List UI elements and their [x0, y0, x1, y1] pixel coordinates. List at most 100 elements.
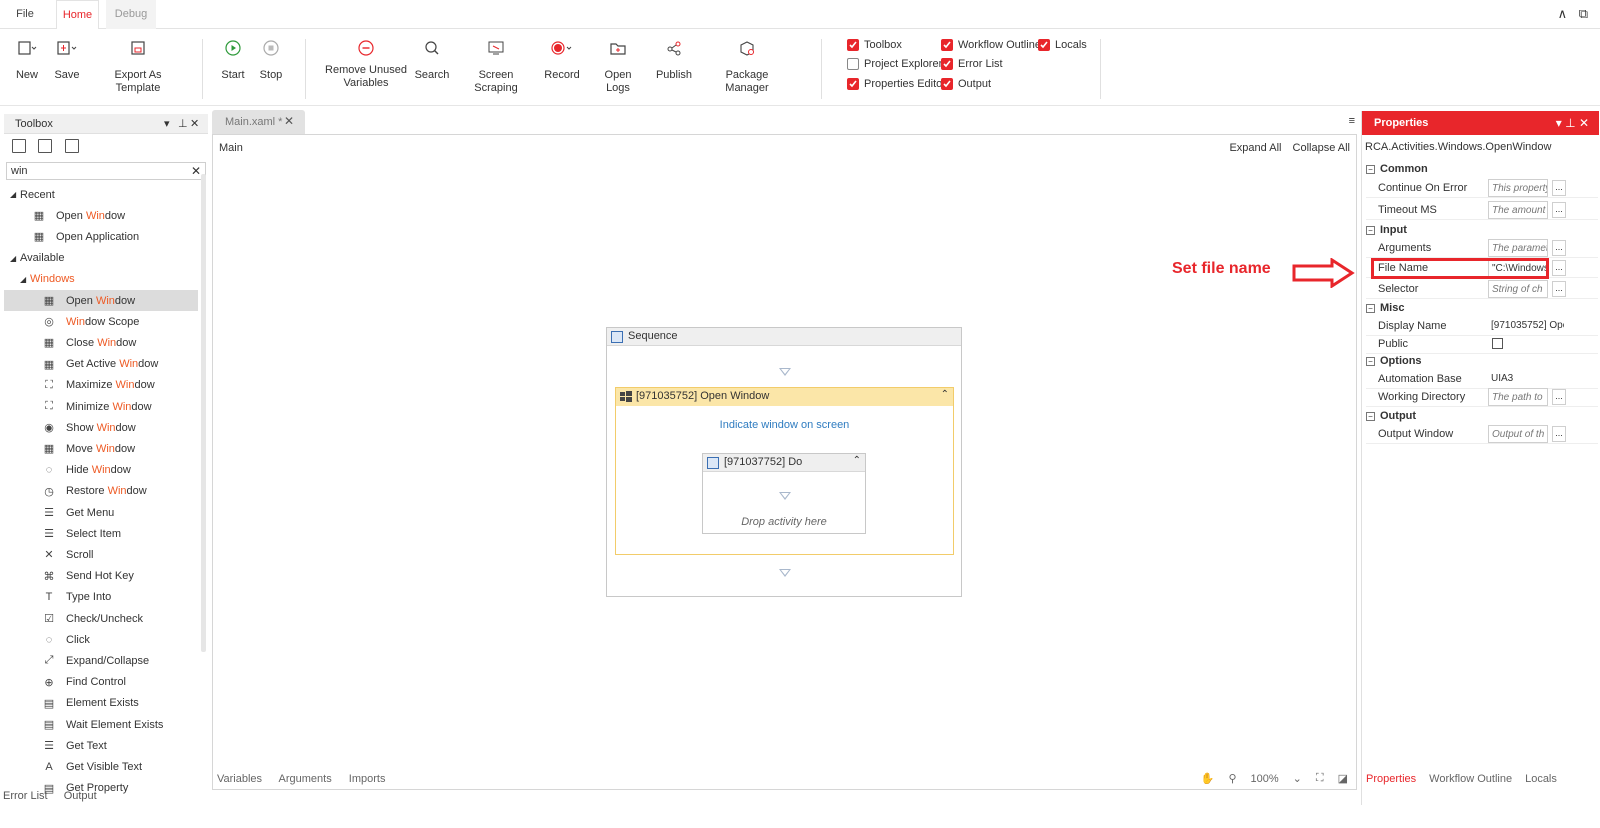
- project-explorer-checkbox[interactable]: Project Explorer: [847, 58, 942, 70]
- sequence-activity[interactable]: Sequence [971035752] Open Window ⌃ Indic…: [606, 327, 962, 597]
- ellipsis-button[interactable]: ...: [1552, 240, 1566, 256]
- publish-button[interactable]: Publish: [655, 37, 693, 82]
- error-list-checkbox[interactable]: Error List: [941, 58, 1003, 70]
- hand-icon[interactable]: ✋: [1201, 772, 1215, 785]
- section-options[interactable]: − Options: [1366, 355, 1422, 367]
- locals-checkbox[interactable]: Locals: [1038, 39, 1087, 51]
- list-item[interactable]: ⛶ Maximize Window: [4, 375, 198, 396]
- drop-arrow-icon[interactable]: [779, 492, 791, 500]
- list-item[interactable]: ◌ Hide Window: [4, 460, 198, 481]
- record-button[interactable]: Record: [543, 37, 581, 82]
- close-icon[interactable]: ✕: [190, 117, 199, 130]
- list-item[interactable]: ▦ Open Window: [4, 205, 198, 226]
- open-window-activity[interactable]: [971035752] Open Window ⌃ Indicate windo…: [615, 387, 954, 555]
- list-item[interactable]: ▦ Open Window: [4, 290, 198, 311]
- ellipsis-button[interactable]: ...: [1552, 202, 1566, 218]
- remove-unused-variables-button[interactable]: Remove Unused Variables: [325, 37, 407, 90]
- new-button[interactable]: New: [14, 37, 40, 82]
- list-item[interactable]: ▤ Wait Element Exists: [4, 714, 198, 735]
- workflow-outline-checkbox[interactable]: Workflow Outline: [941, 39, 1041, 51]
- zoom-level[interactable]: 100%: [1251, 773, 1279, 785]
- expand-all-icon[interactable]: [12, 139, 26, 153]
- dropdown-icon[interactable]: ▾: [164, 117, 170, 130]
- timeout-ms-field[interactable]: The amount: [1488, 201, 1548, 219]
- zoom-icon[interactable]: ⚲: [1228, 772, 1236, 785]
- overview-icon[interactable]: ◪: [1338, 772, 1348, 785]
- list-item[interactable]: ☑ Check/Uncheck: [4, 608, 198, 629]
- save-button[interactable]: Save: [54, 37, 80, 82]
- arguments-field[interactable]: The paramete: [1488, 239, 1548, 257]
- breadcrumb[interactable]: Main: [219, 142, 243, 154]
- list-item[interactable]: ◷ Restore Window: [4, 481, 198, 502]
- pin-icon[interactable]: ⊥: [178, 117, 188, 130]
- list-item[interactable]: ✕ Scroll: [4, 544, 198, 565]
- open-logs-button[interactable]: Open Logs: [594, 37, 642, 95]
- tree-group-windows[interactable]: ◢ Windows: [4, 269, 198, 290]
- tab-file[interactable]: File: [8, 0, 42, 29]
- list-item[interactable]: ▤ Element Exists: [4, 693, 198, 714]
- list-item[interactable]: ⤢ Expand/Collapse: [4, 650, 198, 671]
- collapse-ribbon-icon[interactable]: ∧: [1558, 6, 1568, 21]
- output-window-field[interactable]: Output of th: [1488, 425, 1548, 443]
- list-item[interactable]: A Get Visible Text: [4, 756, 198, 777]
- tab-overflow-icon[interactable]: ≡: [1349, 115, 1355, 127]
- tab-debug[interactable]: Debug: [106, 0, 156, 29]
- expanded-caret-icon[interactable]: ◢: [10, 254, 20, 263]
- continue-on-error-field[interactable]: This property: [1488, 179, 1548, 197]
- indicate-window-link[interactable]: Indicate window on screen: [616, 419, 953, 431]
- output-checkbox[interactable]: Output: [941, 78, 991, 90]
- export-template-button[interactable]: Export As Template: [95, 37, 181, 95]
- pin-icon[interactable]: ⊥: [1565, 116, 1575, 130]
- automation-base-field[interactable]: UIA3: [1488, 370, 1564, 388]
- list-item[interactable]: ◉ Show Window: [4, 417, 198, 438]
- locals-tab[interactable]: Locals: [1525, 773, 1557, 785]
- public-checkbox[interactable]: [1492, 338, 1503, 349]
- toolbox-scrollbar[interactable]: [201, 174, 206, 652]
- list-item[interactable]: T Type Into: [4, 587, 198, 608]
- list-item[interactable]: ☰ Select Item: [4, 523, 198, 544]
- list-item[interactable]: ⊕ Find Control: [4, 672, 198, 693]
- tab-main-xaml[interactable]: Main.xaml * ✕: [212, 110, 305, 134]
- collapse-all-icon[interactable]: [38, 139, 52, 153]
- expand-all-link[interactable]: Expand All: [1229, 142, 1281, 154]
- clear-search-icon[interactable]: ✕: [191, 164, 201, 178]
- close-tab-icon[interactable]: ✕: [284, 114, 294, 128]
- zoom-dropdown-icon[interactable]: ⌄: [1293, 772, 1302, 785]
- package-manager-button[interactable]: Package Manager: [706, 37, 788, 95]
- section-output[interactable]: − Output: [1366, 410, 1416, 422]
- properties-tab[interactable]: Properties: [1366, 773, 1416, 785]
- error-list-tab[interactable]: Error List: [3, 790, 48, 802]
- properties-editor-checkbox[interactable]: Properties Editor: [847, 78, 946, 90]
- selector-field[interactable]: String of ch: [1488, 280, 1548, 298]
- start-button[interactable]: Start: [220, 37, 246, 82]
- tree-group-recent[interactable]: ◢ Recent: [4, 184, 198, 205]
- screen-scraping-button[interactable]: Screen Scraping: [458, 37, 534, 95]
- section-common[interactable]: − Common: [1366, 163, 1428, 175]
- workflow-outline-tab[interactable]: Workflow Outline: [1429, 773, 1512, 785]
- list-item[interactable]: ◌ Click: [4, 629, 198, 650]
- stop-button[interactable]: Stop: [258, 37, 284, 82]
- tree-group-available[interactable]: ◢ Available: [4, 248, 198, 269]
- list-item[interactable]: ⛶ Minimize Window: [4, 396, 198, 417]
- close-icon[interactable]: ✕: [1579, 116, 1589, 130]
- arguments-tab[interactable]: Arguments: [279, 773, 332, 785]
- drop-arrow-icon[interactable]: [779, 368, 791, 376]
- imports-tab[interactable]: Imports: [349, 773, 386, 785]
- list-item[interactable]: ☰ Get Text: [4, 735, 198, 756]
- dropdown-icon[interactable]: ▾: [1556, 116, 1562, 130]
- toolbox-search-input[interactable]: win ✕: [6, 162, 206, 180]
- list-item[interactable]: ▦ Move Window: [4, 438, 198, 459]
- collapse-all-link[interactable]: Collapse All: [1293, 142, 1350, 154]
- list-view-icon[interactable]: [65, 139, 79, 153]
- display-name-field[interactable]: [971035752] Open: [1488, 317, 1564, 335]
- list-item[interactable]: ▦ Open Application: [4, 226, 198, 247]
- section-misc[interactable]: − Misc: [1366, 302, 1404, 314]
- search-button[interactable]: Search: [412, 37, 452, 82]
- collapse-chevron-icon[interactable]: ⌃: [941, 389, 949, 400]
- expanded-caret-icon[interactable]: ◢: [10, 190, 20, 199]
- variables-tab[interactable]: Variables: [217, 773, 262, 785]
- layout-icon[interactable]: ⧉: [1579, 6, 1588, 21]
- working-directory-field[interactable]: The path to: [1488, 388, 1548, 406]
- expanded-caret-icon[interactable]: ◢: [20, 275, 30, 284]
- ellipsis-button[interactable]: ...: [1552, 389, 1566, 405]
